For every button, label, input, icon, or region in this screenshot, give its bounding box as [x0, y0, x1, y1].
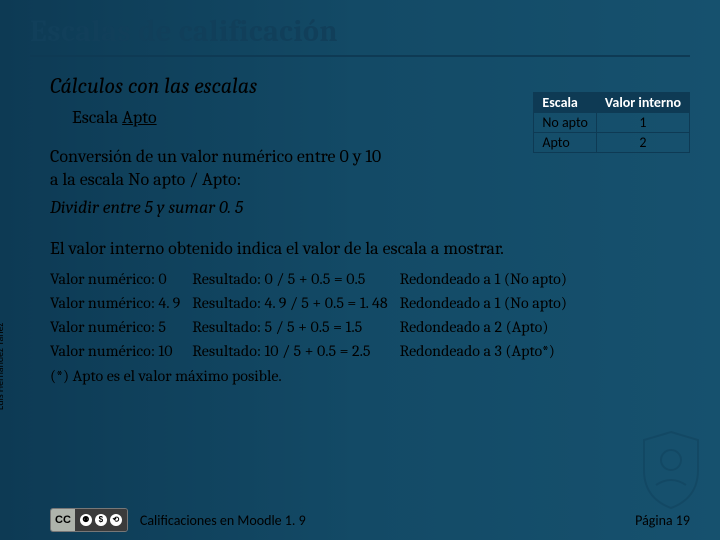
scale-table: Escala Valor interno No apto 1 Apto 2: [533, 92, 690, 153]
example-cell: Redondeado a 1 (No apto): [400, 267, 579, 291]
scale-label-prefix: Escala: [72, 107, 122, 128]
footer: CC ⚉ $ ⟲ Calificaciones en Moodle 1. 9 P…: [0, 508, 720, 532]
example-cell: Valor numérico: 10: [50, 339, 192, 363]
table-row: Valor numérico: 10 Resultado: 10 / 5 + 0…: [50, 339, 579, 363]
cc-logo: CC: [51, 509, 75, 531]
example-cell: Resultado: 10 / 5 + 0.5 = 2.5: [192, 339, 399, 363]
table-row: Valor numérico: 5 Resultado: 5 / 5 + 0.5…: [50, 315, 579, 339]
cc-sa-icon: ⟲: [110, 514, 122, 526]
cc-by-icon: ⚉: [80, 514, 92, 526]
footer-page: Página 19: [635, 512, 690, 529]
table-row: Apto 2: [534, 133, 690, 153]
example-cell: Resultado: 0 / 5 + 0.5 = 0.5: [192, 267, 399, 291]
table-row: Valor numérico: 0 Resultado: 0 / 5 + 0.5…: [50, 267, 579, 291]
example-cell: Redondeado a 3 (Apto*): [400, 339, 579, 363]
example-cell: Valor numérico: 5: [50, 315, 192, 339]
example-cell: Redondeado a 1 (No apto): [400, 291, 579, 315]
footnote: (*) Apto es el valor máximo posible.: [50, 367, 680, 385]
explain-text: El valor interno obtenido indica el valo…: [50, 238, 680, 259]
table-row: No apto 1: [534, 113, 690, 133]
conversion-text: Conversión de un valor numérico entre 0 …: [50, 146, 470, 191]
cc-badge: CC ⚉ $ ⟲: [50, 508, 128, 532]
table-header: Valor interno: [596, 93, 689, 113]
title-bar: Escalas de calificación: [0, 0, 720, 49]
example-cell: Valor numérico: 0: [50, 267, 192, 291]
example-cell: Resultado: 4. 9 / 5 + 0.5 = 1. 48: [192, 291, 399, 315]
table-cell: Apto: [534, 133, 597, 153]
table-cell: No apto: [534, 113, 597, 133]
cc-nc-icon: $: [95, 514, 107, 526]
slide: Escalas de calificación Escala Valor int…: [0, 0, 720, 540]
example-cell: Redondeado a 2 (Apto): [400, 315, 579, 339]
table-row: Valor numérico: 4. 9 Resultado: 4. 9 / 5…: [50, 291, 579, 315]
formula-text: Dividir entre 5 y sumar 0. 5: [50, 197, 680, 218]
conversion-line: Conversión de un valor numérico entre 0 …: [50, 146, 381, 167]
examples-table: Valor numérico: 0 Resultado: 0 / 5 + 0.5…: [50, 267, 579, 363]
footer-course: Calificaciones en Moodle 1. 9: [140, 512, 306, 529]
author-vertical: Luis Hernández Yáñez: [0, 323, 6, 410]
table-header: Escala: [534, 93, 597, 113]
table-header-row: Escala Valor interno: [534, 93, 690, 113]
scale-name: Apto: [122, 107, 156, 128]
footer-left: CC ⚉ $ ⟲ Calificaciones en Moodle 1. 9: [50, 508, 306, 532]
crest-icon: [636, 430, 706, 510]
cc-icons: ⚉ $ ⟲: [75, 509, 127, 531]
example-cell: Resultado: 5 / 5 + 0.5 = 1.5: [192, 315, 399, 339]
crest-watermark: [636, 430, 706, 510]
conversion-line: a la escala No apto / Apto:: [50, 169, 241, 190]
slide-title: Escalas de calificación: [30, 14, 720, 49]
table-cell: 1: [596, 113, 689, 133]
table-cell: 2: [596, 133, 689, 153]
example-cell: Valor numérico: 4. 9: [50, 291, 192, 315]
